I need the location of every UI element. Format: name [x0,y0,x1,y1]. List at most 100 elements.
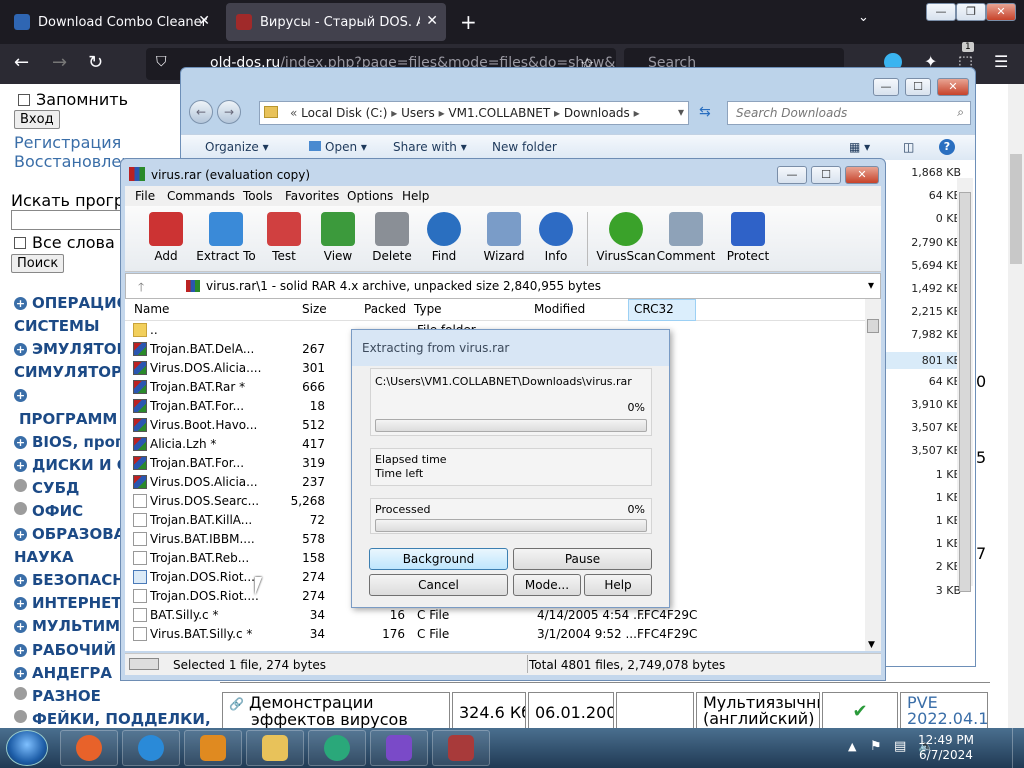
nav-item[interactable]: СУБД [14,478,79,497]
help-icon[interactable]: ? [939,139,955,155]
organize-button[interactable]: Organize ▾ [205,140,269,154]
toolbar-extract-to-button[interactable]: Extract To [195,210,257,263]
menu-commands[interactable]: Commands [167,189,235,203]
menu-icon[interactable]: ☰ [994,52,1008,71]
forward-icon[interactable]: → [217,100,241,124]
toolbar-comment-button[interactable]: Comment [655,210,717,263]
nav-item[interactable]: НАУКА [14,548,74,566]
close-tab-icon[interactable]: ✕ [422,13,438,29]
view-options-icon[interactable]: ▦ ▾ [849,140,870,154]
browser-tab-combo-cleaner[interactable]: Download Combo Cleaner ✕ [4,3,218,41]
bullet-dot-icon[interactable] [14,709,27,723]
scrollbar-thumb[interactable] [867,319,879,333]
reload-icon[interactable]: ↻ [88,52,103,73]
remember-row[interactable]: Запомнить [18,90,128,109]
explorer-search-input[interactable]: Search Downloads ⌕ [727,101,971,125]
toolbar-add-button[interactable]: Add [135,210,197,263]
address-dropdown-icon[interactable]: ▾ [678,105,684,119]
nav-item[interactable]: + ОБРАЗОВА [14,525,125,543]
toolbar-info-button[interactable]: Info [525,210,587,263]
list-all-tabs-icon[interactable]: ⌄ [858,10,869,25]
menu-options[interactable]: Options [347,189,393,203]
mode-button[interactable]: Mode... [513,574,581,596]
column-size[interactable]: Size [302,302,327,316]
table-cell-author[interactable]: PVE 2022.04.12 [900,692,988,728]
preview-pane-icon[interactable]: ◫ [903,140,914,154]
vm-restore-button[interactable]: ❐ [956,3,986,21]
taskbar-firefox-button[interactable] [60,730,118,766]
new-tab-icon[interactable]: + [460,10,477,34]
all-words-row[interactable]: Все слова в [14,233,129,252]
nav-item[interactable]: СИСТЕМЫ [14,317,100,335]
expand-plus-icon[interactable]: + [14,343,27,357]
breadcrumb-local-disk[interactable]: Local Disk (C:) [301,106,387,120]
nav-item[interactable]: + ДИСКИ И С [14,456,128,474]
vm-close-button[interactable]: ✕ [986,3,1016,21]
remember-checkbox[interactable] [18,94,30,106]
refresh-icon[interactable]: ⇆ [699,104,711,120]
table-row[interactable]: Virus.BAT.Silly.c * 34 176 C File 3/1/2004 9… [125,625,865,644]
menu-tools[interactable]: Tools [243,189,273,203]
restore-link[interactable]: Восстановлен [14,152,132,171]
page-scrollbar[interactable] [1008,84,1024,728]
vm-minimize-button[interactable]: — [926,3,956,21]
column-modified[interactable]: Modified [534,302,585,316]
bullet-dot-icon[interactable] [14,478,27,492]
start-button-icon[interactable] [6,730,48,766]
winrar-maximize-button[interactable]: ☐ [811,166,841,184]
taskbar-media-button[interactable] [184,730,242,766]
table-row[interactable]: BAT.Silly.c * 34 16 C File 4/14/2005 4:54 ..… [125,606,865,625]
nav-item[interactable]: ФЕЙКИ, ПОДДЕЛКИ, [14,709,211,728]
taskbar-ie-button[interactable] [122,730,180,766]
nav-item[interactable]: + БЕЗОПАСН [14,571,125,589]
explorer-address-bar[interactable]: « Local Disk (C:) ▸ Users ▸ VM1.COLLABNE… [259,101,689,125]
breadcrumb-downloads[interactable]: Downloads [564,106,630,120]
archive-path-bar[interactable]: 🡑 virus.rar\1 - solid RAR 4.x archive, u… [125,273,881,299]
expand-plus-icon[interactable]: + [14,620,27,634]
share-with-button[interactable]: Share with ▾ [393,140,467,154]
expand-plus-icon[interactable]: + [14,643,27,657]
expand-plus-icon[interactable]: + [14,597,27,611]
expand-plus-icon[interactable]: + [14,297,27,310]
nav-item[interactable]: СИМУЛЯТОР [14,363,122,381]
explorer-close-button[interactable]: ✕ [937,78,969,96]
expand-plus-icon[interactable]: + [14,574,27,588]
nav-item[interactable]: + ИНТЕРНЕТ [14,594,122,612]
expand-plus-icon[interactable]: + [14,389,27,403]
browser-tab-old-dos[interactable]: Вирусы - Старый DOS. Abandon ✕ [226,3,446,41]
file-list-scrollbar[interactable]: ▼ [865,299,881,651]
breadcrumb-user[interactable]: VM1.COLLABNET [448,106,550,120]
menu-favorites[interactable]: Favorites [285,189,339,203]
nav-item[interactable]: + BIOS, прог [14,433,123,451]
nav-item[interactable]: РАЗНОЕ [14,686,101,705]
background-button[interactable]: Background [369,548,508,570]
winrar-close-button[interactable]: ✕ [845,166,879,184]
show-hidden-icons[interactable]: ▲ [848,740,856,753]
nav-item[interactable]: + МУЛЬТИМ [14,617,120,635]
expand-plus-icon[interactable]: + [14,458,27,472]
column-name[interactable]: Name [134,302,169,316]
close-tab-icon[interactable]: ✕ [198,13,210,29]
nav-item[interactable]: + ОПЕРАЦИО [14,294,129,312]
column-crc32[interactable]: CRC32 [634,302,674,316]
taskbar-app-green-button[interactable] [308,730,366,766]
toolbar-virusscan-button[interactable]: VirusScan [595,210,657,263]
register-link[interactable]: Регистрация [14,133,121,152]
search-button[interactable]: Поиск [11,254,65,273]
back-icon[interactable]: ← [189,100,213,124]
new-folder-button[interactable]: New folder [492,140,557,154]
help-button[interactable]: Help [584,574,652,596]
menu-file[interactable]: File [135,189,155,203]
taskbar-explorer-button[interactable] [246,730,304,766]
up-arrow-icon[interactable]: 🡑 [138,278,144,299]
scroll-down-icon[interactable]: ▼ [868,640,875,650]
program-search-input[interactable] [11,210,131,230]
toolbar-protect-button[interactable]: Protect [717,210,779,263]
toolbar-view-button[interactable]: View [307,210,369,263]
login-button[interactable]: Вход [14,110,60,129]
table-cell-name[interactable]: 🔗 Демонстрации эффектов вирусов [222,692,450,728]
nav-item[interactable]: ОФИС [14,501,83,520]
explorer-minimize-button[interactable]: — [873,78,899,96]
taskbar-winrar-button[interactable] [432,730,490,766]
back-icon[interactable]: ← [14,52,29,73]
